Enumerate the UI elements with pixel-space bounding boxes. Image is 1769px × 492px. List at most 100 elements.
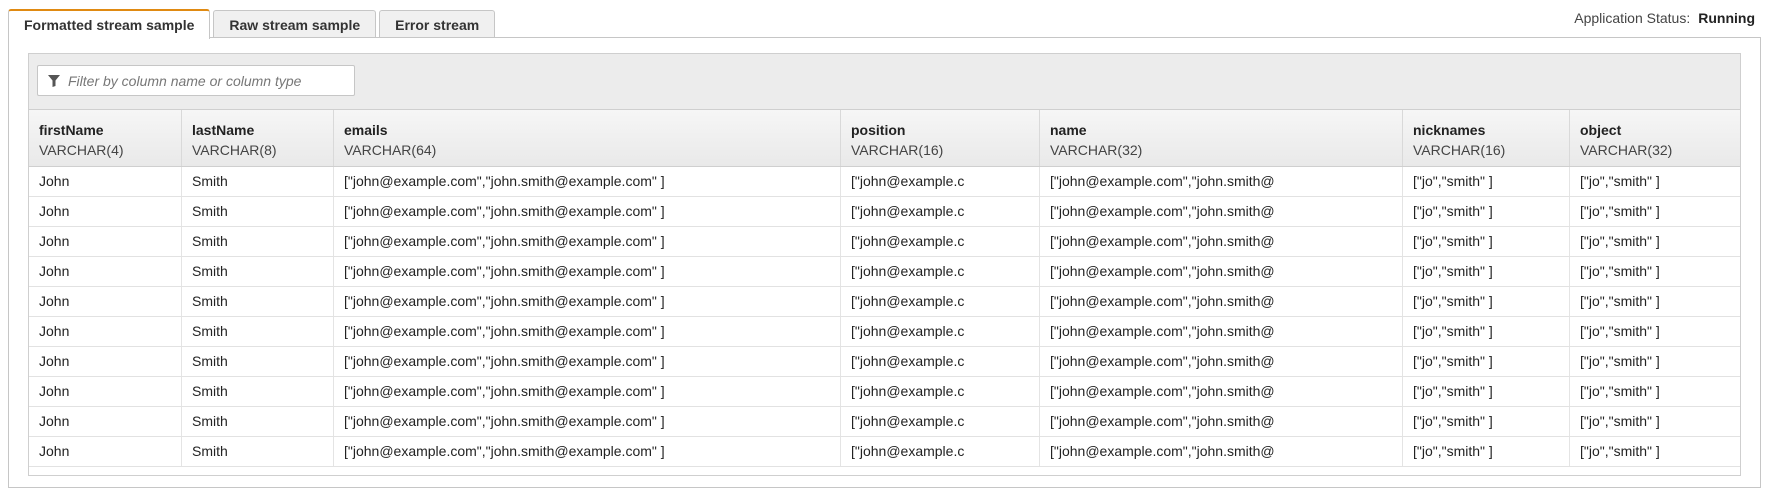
table-cell-nicknames: ["jo","smith" ] xyxy=(1403,407,1570,436)
table-cell-position: ["john@example.c xyxy=(841,407,1040,436)
column-header-position[interactable]: position VARCHAR(16) xyxy=(841,110,1040,166)
table-row[interactable]: John Smith ["john@example.com","john.smith… xyxy=(29,347,1740,377)
tab-formatted-stream-sample[interactable]: Formatted stream sample xyxy=(8,9,211,39)
table-row[interactable]: John Smith ["john@example.com","john.smith… xyxy=(29,377,1740,407)
column-type: VARCHAR(8) xyxy=(192,142,277,158)
table-cell-object: ["jo","smith" ] xyxy=(1580,353,1660,369)
table-cell-emails: ["john@example.com","john.smith@example.… xyxy=(334,377,841,406)
table-cell-position: ["john@example.c xyxy=(841,287,1040,316)
table-cell-firstname: John xyxy=(29,437,182,466)
table-row[interactable]: John Smith ["john@example.com","john.smith… xyxy=(29,227,1740,257)
table-row[interactable]: John Smith ["john@example.com","john.smith… xyxy=(29,257,1740,287)
table-cell-object: ["jo","smith" ] xyxy=(1580,293,1660,309)
column-type: VARCHAR(16) xyxy=(851,142,944,158)
table-cell-firstname: John xyxy=(29,197,182,226)
table-cell-firstname: John xyxy=(29,257,182,286)
table-cell-emails: ["john@example.com","john.smith@example.… xyxy=(334,287,841,316)
table-cell-name: ["john@example.com","john.smith@ xyxy=(1040,227,1403,256)
table-cell-lastname: Smith xyxy=(182,407,334,436)
table-row[interactable]: John Smith ["john@example.com","john.smith… xyxy=(29,407,1740,437)
column-header-name[interactable]: name VARCHAR(32) xyxy=(1040,110,1403,166)
column-type: VARCHAR(16) xyxy=(1413,142,1506,158)
table-cell-name: ["john@example.com","john.smith@ xyxy=(1040,167,1403,196)
column-type: VARCHAR(32) xyxy=(1050,142,1143,158)
table-cell-firstname: John xyxy=(29,317,182,346)
table-cell-name: ["john@example.com","john.smith@ xyxy=(1040,347,1403,376)
table-cell-nicknames: ["jo","smith" ] xyxy=(1403,287,1570,316)
table-cell-object: ["jo","smith" ] xyxy=(1580,413,1660,429)
table-cell-object: ["jo","smith" ] xyxy=(1580,263,1660,279)
filter-input[interactable] xyxy=(66,71,350,90)
table-cell-emails: ["john@example.com","john.smith@example.… xyxy=(334,167,841,196)
table-cell-position: ["john@example.c xyxy=(841,257,1040,286)
table-cell-position: ["john@example.c xyxy=(841,347,1040,376)
column-header-emails[interactable]: emails VARCHAR(64) xyxy=(334,110,841,166)
table-cell-lastname: Smith xyxy=(182,197,334,226)
table-cell-name: ["john@example.com","john.smith@ xyxy=(1040,197,1403,226)
table-cell-emails: ["john@example.com","john.smith@example.… xyxy=(334,197,841,226)
column-header-nicknames[interactable]: nicknames VARCHAR(16) xyxy=(1403,110,1570,166)
table-cell-firstname: John xyxy=(29,227,182,256)
table-cell-nicknames: ["jo","smith" ] xyxy=(1403,197,1570,226)
table-body: John Smith ["john@example.com","john.smith… xyxy=(29,167,1740,467)
table-cell-name: ["john@example.com","john.smith@ xyxy=(1040,407,1403,436)
tab-bar: Formatted stream sample Raw stream sampl… xyxy=(8,8,498,39)
table-row[interactable]: John Smith ["john@example.com","john.smith… xyxy=(29,167,1740,197)
table-cell-firstname: John xyxy=(29,347,182,376)
table-header: firstName VARCHAR(4) lastName VARCHAR(8) e… xyxy=(29,110,1740,167)
table-cell-nicknames: ["jo","smith" ] xyxy=(1403,167,1570,196)
table-cell-object: ["jo","smith" ] xyxy=(1580,383,1660,399)
table-cell-object: ["jo","smith" ] xyxy=(1580,323,1660,339)
column-name: position xyxy=(851,122,906,138)
table-cell-position: ["john@example.c xyxy=(841,437,1040,466)
data-grid: firstName VARCHAR(4) lastName VARCHAR(8) e… xyxy=(28,53,1741,476)
table-cell-name: ["john@example.com","john.smith@ xyxy=(1040,317,1403,346)
table-cell-position: ["john@example.c xyxy=(841,377,1040,406)
table-cell-firstname: John xyxy=(29,377,182,406)
column-header-lastname[interactable]: lastName VARCHAR(8) xyxy=(182,110,334,166)
tab-error-stream[interactable]: Error stream xyxy=(379,10,496,38)
table-cell-lastname: Smith xyxy=(182,227,334,256)
table-cell-nicknames: ["jo","smith" ] xyxy=(1403,377,1570,406)
table-row[interactable]: John Smith ["john@example.com","john.smith… xyxy=(29,197,1740,227)
table-cell-emails: ["john@example.com","john.smith@example.… xyxy=(334,347,841,376)
column-type: VARCHAR(64) xyxy=(344,142,437,158)
table-row[interactable]: John Smith ["john@example.com","john.smith… xyxy=(29,317,1740,347)
tab-raw-stream-sample[interactable]: Raw stream sample xyxy=(213,10,377,38)
table-cell-firstname: John xyxy=(29,407,182,436)
table-cell-lastname: Smith xyxy=(182,167,334,196)
table-cell-object: ["jo","smith" ] xyxy=(1580,233,1660,249)
column-type: VARCHAR(32) xyxy=(1580,142,1673,158)
table-cell-nicknames: ["jo","smith" ] xyxy=(1403,347,1570,376)
column-name: firstName xyxy=(39,122,104,138)
table-cell-lastname: Smith xyxy=(182,437,334,466)
application-status-label: Application Status: xyxy=(1574,10,1691,26)
column-name: emails xyxy=(344,122,388,138)
table-cell-position: ["john@example.c xyxy=(841,197,1040,226)
table-cell-lastname: Smith xyxy=(182,257,334,286)
table-cell-object: ["jo","smith" ] xyxy=(1580,443,1660,459)
table-row[interactable]: John Smith ["john@example.com","john.smith… xyxy=(29,287,1740,317)
table-cell-name: ["john@example.com","john.smith@ xyxy=(1040,377,1403,406)
table-cell-name: ["john@example.com","john.smith@ xyxy=(1040,437,1403,466)
column-name: lastName xyxy=(192,122,255,138)
table-cell-emails: ["john@example.com","john.smith@example.… xyxy=(334,437,841,466)
table-row[interactable]: John Smith ["john@example.com","john.smith… xyxy=(29,437,1740,467)
filter-field[interactable] xyxy=(37,65,355,96)
column-name: object xyxy=(1580,122,1622,138)
application-status: Application Status: Running xyxy=(1574,10,1755,26)
table-cell-name: ["john@example.com","john.smith@ xyxy=(1040,287,1403,316)
table-cell-firstname: John xyxy=(29,167,182,196)
table-cell-emails: ["john@example.com","john.smith@example.… xyxy=(334,257,841,286)
column-header-object[interactable]: object VARCHAR(32) xyxy=(1570,110,1740,166)
tab-panel: firstName VARCHAR(4) lastName VARCHAR(8) e… xyxy=(8,37,1761,488)
application-status-value: Running xyxy=(1698,10,1755,26)
table-cell-position: ["john@example.c xyxy=(841,317,1040,346)
table-cell-nicknames: ["jo","smith" ] xyxy=(1403,317,1570,346)
table-cell-position: ["john@example.c xyxy=(841,227,1040,256)
table-cell-firstname: John xyxy=(29,287,182,316)
column-header-firstname[interactable]: firstName VARCHAR(4) xyxy=(29,110,182,166)
table-cell-emails: ["john@example.com","john.smith@example.… xyxy=(334,317,841,346)
table-cell-nicknames: ["jo","smith" ] xyxy=(1403,257,1570,286)
column-type: VARCHAR(4) xyxy=(39,142,124,158)
